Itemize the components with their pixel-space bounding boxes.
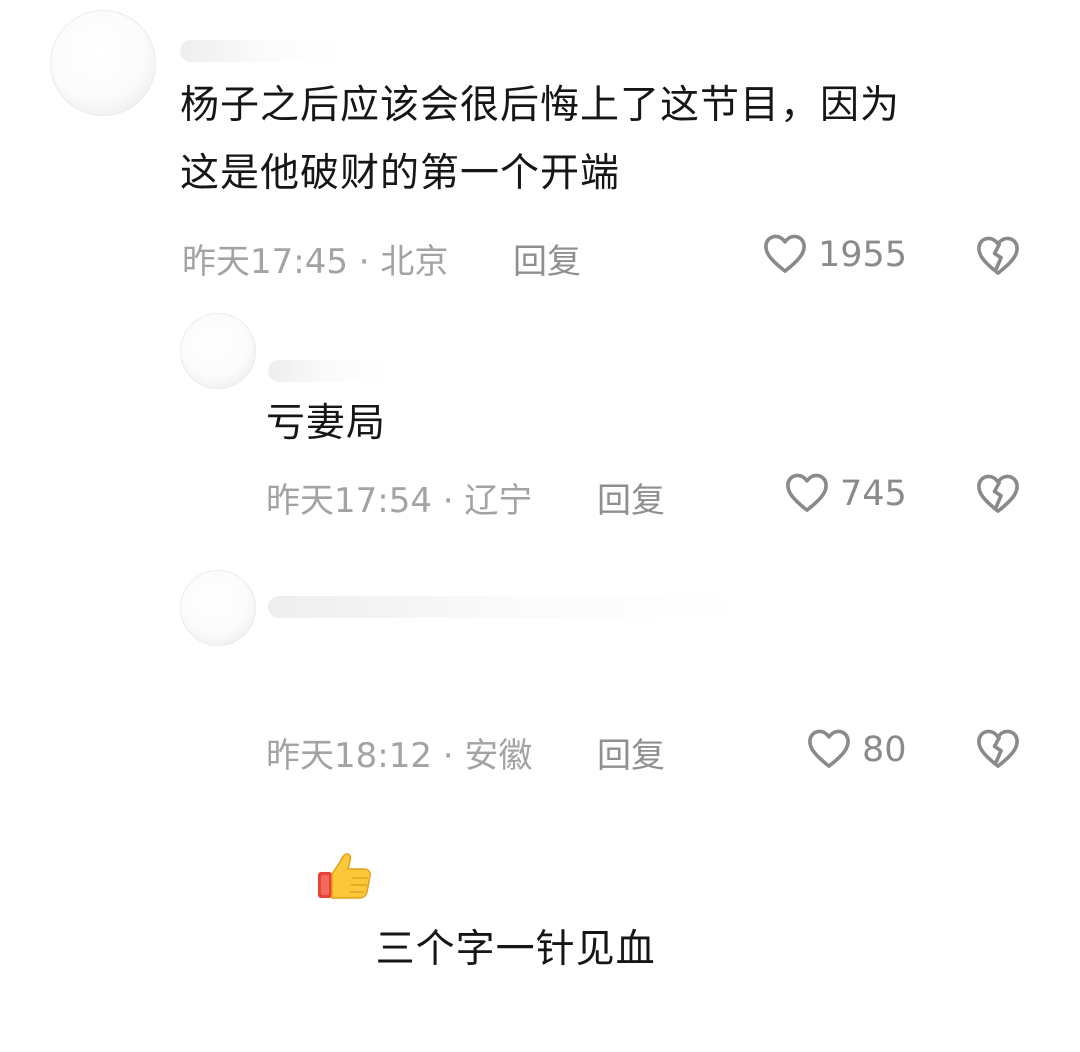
like-count: 80 (862, 730, 907, 770)
heart-outline-icon (762, 232, 808, 278)
broken-heart-icon (975, 729, 1021, 773)
reply-button[interactable]: 回复 (513, 234, 581, 283)
dislike-button[interactable] (975, 234, 1021, 280)
username-blurred[interactable] (268, 360, 388, 382)
comment-text-content: 三个字一针见血 (375, 927, 656, 972)
avatar[interactable] (50, 10, 156, 116)
avatar[interactable] (180, 313, 256, 389)
like-button[interactable]: 1955 (762, 232, 907, 278)
comment-text: 亏妻局 (266, 401, 387, 446)
avatar[interactable] (180, 570, 256, 646)
comment-meta: 昨天18:12 · 安徽 (266, 736, 533, 776)
like-count: 1955 (818, 235, 908, 275)
comment-text: 三个字一针见血 (262, 646, 1022, 1052)
dislike-button[interactable] (975, 727, 1021, 773)
like-button[interactable]: 745 (784, 471, 907, 517)
dislike-button[interactable] (975, 472, 1021, 518)
username-blurred[interactable] (180, 40, 340, 62)
comment-meta: 昨天17:45 · 北京 (182, 242, 449, 282)
reply-button[interactable]: 回复 (597, 728, 665, 777)
comment-text: 杨子之后应该会很后悔上了这节目，因为 这是他破财的第一个开端 (180, 83, 901, 196)
heart-outline-icon (806, 727, 852, 773)
broken-heart-icon (975, 236, 1021, 280)
like-button[interactable]: 80 (806, 727, 907, 773)
heart-outline-icon (784, 471, 830, 517)
broken-heart-icon (975, 474, 1021, 518)
like-count: 745 (840, 474, 907, 514)
comment-meta: 昨天17:54 · 辽宁 (266, 481, 533, 521)
reply-button[interactable]: 回复 (597, 473, 665, 522)
username-blurred[interactable] (268, 596, 748, 618)
